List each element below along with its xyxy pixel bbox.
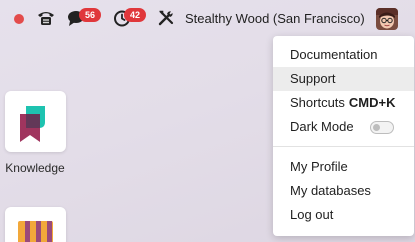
- toggle-knob: [373, 124, 380, 131]
- menu-item-dark-mode-label: Dark Mode: [290, 119, 354, 134]
- menu-item-log-out[interactable]: Log out: [273, 203, 414, 227]
- menu-item-shortcuts[interactable]: Shortcuts CMD+K: [273, 91, 414, 115]
- top-bar: 56 42 Stealthy Wood (San Francisco): [0, 0, 415, 36]
- menu-item-dark-mode[interactable]: Dark Mode: [273, 115, 414, 139]
- menu-divider: [273, 146, 414, 147]
- tools-icon[interactable]: [158, 10, 174, 31]
- app-tile[interactable]: [5, 207, 66, 242]
- chat-count-badge: 56: [79, 8, 101, 22]
- activity-count-badge: 42: [124, 8, 146, 22]
- menu-item-support[interactable]: Support: [273, 67, 414, 91]
- knowledge-app-label[interactable]: Knowledge: [0, 161, 70, 175]
- shortcut-key-hint: CMD+K: [348, 95, 396, 110]
- dark-mode-toggle[interactable]: [370, 121, 394, 134]
- phone-icon[interactable]: [37, 10, 55, 31]
- company-switcher[interactable]: Stealthy Wood (San Francisco): [185, 11, 365, 26]
- menu-item-my-profile[interactable]: My Profile: [273, 155, 414, 179]
- knowledge-app[interactable]: [5, 91, 66, 152]
- menu-item-my-databases[interactable]: My databases: [273, 179, 414, 203]
- user-menu: Documentation Support Shortcuts CMD+K Dar…: [273, 36, 414, 236]
- menu-item-documentation[interactable]: Documentation: [273, 43, 414, 67]
- status-indicator[interactable]: [14, 14, 24, 24]
- app-icon: [18, 221, 53, 242]
- menu-item-shortcuts-label: Shortcuts: [290, 95, 345, 110]
- user-avatar[interactable]: [376, 8, 398, 30]
- knowledge-app-icon: [20, 106, 45, 142]
